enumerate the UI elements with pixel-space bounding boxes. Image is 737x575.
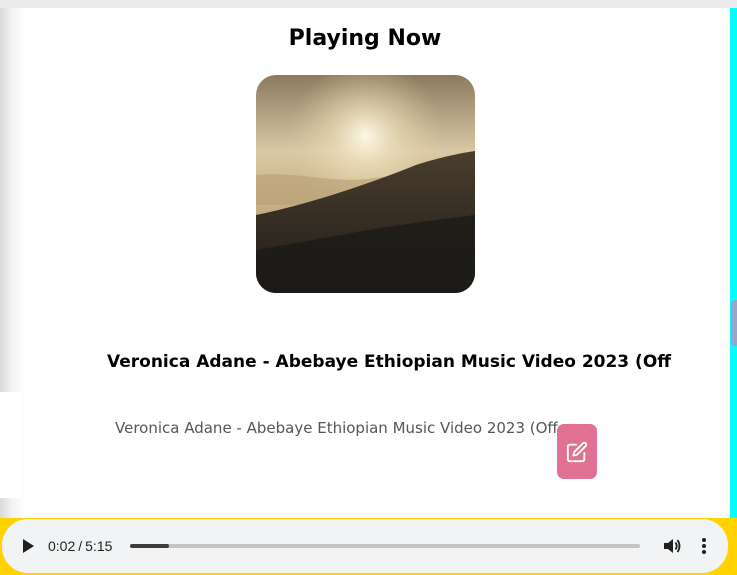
right-border [730, 8, 737, 522]
misty-mountain-landscape-image [256, 75, 475, 293]
top-strip [0, 0, 737, 8]
album-cover [256, 75, 475, 293]
edit-button[interactable] [557, 424, 597, 479]
current-time: 0:02 [48, 538, 76, 554]
volume-icon[interactable] [662, 536, 682, 556]
progress-bar[interactable] [130, 544, 640, 548]
song-description: Veronica Adane - Abebaye Ethiopian Music… [115, 419, 558, 437]
left-panel-gap [0, 392, 22, 498]
more-vertical-icon[interactable] [694, 536, 714, 556]
page-title: Playing Now [288, 26, 442, 51]
play-icon[interactable] [18, 536, 38, 556]
scroll-handle[interactable] [731, 300, 737, 346]
duration: 5:15 [85, 538, 113, 554]
song-title: Veronica Adane - Abebaye Ethiopian Music… [107, 352, 672, 372]
time-display: 0:02/5:15 [48, 538, 112, 554]
audio-player[interactable]: 0:02/5:15 [2, 519, 728, 573]
progress-fill [130, 544, 169, 548]
edit-icon [566, 441, 588, 462]
time-separator: / [78, 538, 83, 554]
